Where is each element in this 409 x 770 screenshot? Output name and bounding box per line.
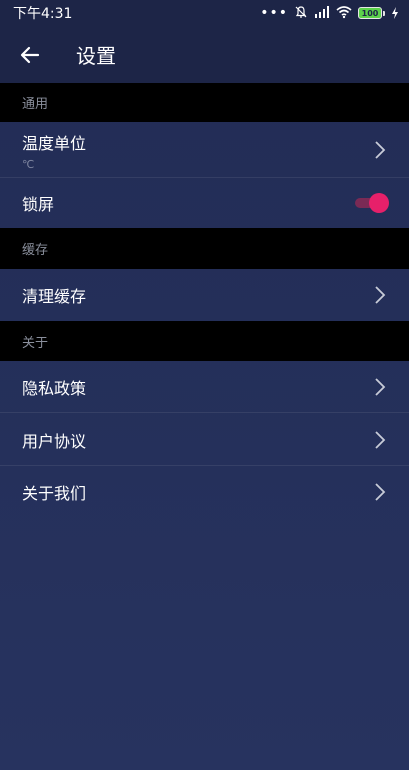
- signal-icon: [314, 4, 330, 23]
- user-agreement-row[interactable]: 用户协议: [0, 413, 409, 466]
- temperature-unit-label: 温度单位: [22, 133, 87, 153]
- about-us-label: 关于我们: [22, 484, 87, 503]
- toggle-thumb: [369, 193, 389, 213]
- battery-level: 100: [358, 7, 382, 19]
- app-header: 设置: [0, 26, 409, 83]
- chevron-right-icon: [373, 430, 387, 450]
- page-title: 设置: [76, 44, 116, 68]
- status-icons: ••• 100: [260, 4, 399, 23]
- mute-bell-icon: [294, 4, 308, 23]
- section-header-cache: 缓存: [0, 228, 409, 269]
- section-header-about: 关于: [0, 321, 409, 361]
- lock-screen-row: 锁屏: [0, 178, 409, 228]
- temperature-unit-row[interactable]: 温度单位 ℃: [0, 122, 409, 178]
- section-header-general: 通用: [0, 83, 409, 122]
- lock-screen-toggle[interactable]: [355, 193, 389, 213]
- user-agreement-label: 用户协议: [22, 431, 87, 451]
- more-dots-icon: •••: [260, 5, 288, 21]
- privacy-policy-row[interactable]: 隐私政策: [0, 361, 409, 413]
- lock-screen-label: 锁屏: [22, 195, 55, 214]
- status-time: 下午4:31: [13, 6, 73, 22]
- arrow-left-icon: [20, 46, 40, 63]
- clear-cache-label: 清理缓存: [22, 287, 87, 306]
- wifi-icon: [336, 4, 352, 23]
- privacy-policy-label: 隐私政策: [22, 379, 87, 398]
- temperature-unit-value: ℃: [22, 157, 35, 171]
- back-button[interactable]: [10, 35, 50, 75]
- about-us-row[interactable]: 关于我们: [0, 466, 409, 518]
- settings-screen: 下午4:31 ••• 100 设置 通用 温度单位 ℃ 锁屏 缓存 清理缓存 关…: [0, 0, 409, 770]
- clear-cache-row[interactable]: 清理缓存: [0, 269, 409, 321]
- chevron-right-icon: [373, 140, 387, 160]
- status-bar: 下午4:31 ••• 100: [0, 0, 409, 26]
- chevron-right-icon: [373, 482, 387, 502]
- chevron-right-icon: [373, 377, 387, 397]
- charging-bolt-icon: [391, 4, 399, 23]
- chevron-right-icon: [373, 285, 387, 305]
- battery-icon: 100: [358, 7, 385, 19]
